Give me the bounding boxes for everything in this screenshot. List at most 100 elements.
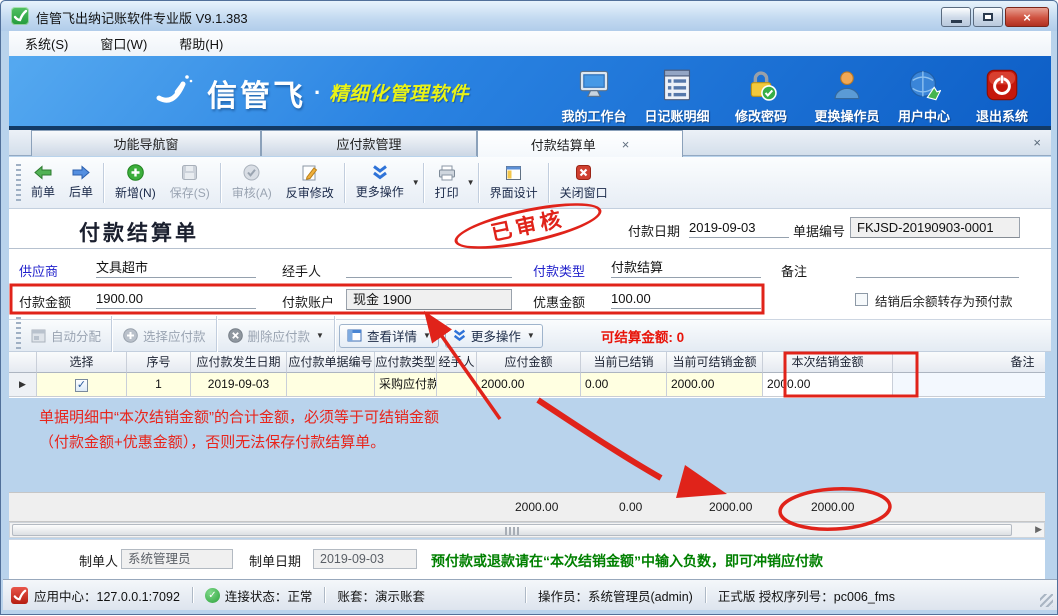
menu-help[interactable]: 帮助(H): [163, 31, 239, 56]
handler-field[interactable]: [346, 258, 512, 278]
row-this-settle-cell[interactable]: 2000.00: [763, 373, 893, 397]
window-title: 信管飞出纳记账软件专业版 V9.1.383: [36, 8, 248, 27]
app-logo-icon: [11, 7, 29, 25]
row-seq-cell: 1: [127, 373, 191, 397]
tabstrip-close-icon[interactable]: ×: [1033, 135, 1041, 150]
annotation-line1: 单据明细中“本次结销金额”的合计金额，必须等于可结销金额: [39, 405, 439, 430]
scroll-right-icon[interactable]: ▶: [1035, 524, 1042, 535]
footer-form: 制单人 系统管理员 制单日期 2019-09-03 预付款或退款请在“本次结销金…: [9, 539, 1045, 579]
create-date-label: 制单日期: [249, 551, 301, 570]
print-button[interactable]: 打印: [428, 160, 466, 206]
settleable-amount-text: 可结算金额: 0: [601, 326, 684, 346]
table-row[interactable]: ▶ ✓ 1 2019-09-03 采购应付款 2000.00 0.00 2000…: [9, 373, 1045, 397]
audit-check-icon: [243, 164, 260, 181]
detail-more-ops-button[interactable]: 更多操作 ▼: [445, 324, 543, 348]
horizontal-scrollbar[interactable]: ▶: [9, 522, 1045, 538]
status-app-center: 应用中心：127.0.0.1:7092: [34, 586, 180, 605]
quick-action-user-center[interactable]: 用户中心: [896, 68, 952, 125]
dropdown-caret-icon[interactable]: ▼: [316, 331, 324, 340]
col-seq[interactable]: 序号: [127, 352, 191, 373]
col-amount[interactable]: 应付金额: [477, 352, 581, 373]
grid-header-row: 选择 序号 应付款发生日期 应付款单据编号 应付款类型 经手人 应付金额 当前已…: [9, 352, 1045, 373]
row-checkbox[interactable]: ✓: [75, 379, 88, 392]
dropdown-caret-icon[interactable]: ▼: [527, 331, 535, 340]
dropdown-caret-icon[interactable]: ▼: [423, 331, 431, 340]
col-date[interactable]: 应付款发生日期: [191, 352, 287, 373]
connection-ok-icon: ✓: [205, 588, 220, 603]
maximize-button[interactable]: [973, 7, 1003, 27]
separator: [220, 163, 222, 203]
tab-function-nav[interactable]: 功能导航窗: [31, 130, 261, 156]
dropdown-caret-icon[interactable]: ▼: [412, 178, 420, 187]
status-license: 正式版 授权序列号：pc006_fms: [718, 586, 895, 605]
col-settleable[interactable]: 当前可结销金额: [667, 352, 763, 373]
status-operator: 操作员：系统管理员(admin): [538, 586, 693, 605]
supplier-label[interactable]: 供应商: [19, 261, 58, 280]
tab-payment-settlement[interactable]: 付款结算单 ×: [477, 130, 683, 157]
pay-type-field[interactable]: 付款结算: [611, 258, 761, 278]
supplier-field[interactable]: 文具超市: [96, 258, 256, 278]
ui-design-button[interactable]: 界面设计: [483, 160, 545, 206]
creator-field: 系统管理员: [121, 549, 233, 569]
select-payable-button[interactable]: 选择应付款: [116, 324, 213, 348]
close-window-button[interactable]: 关闭窗口: [553, 160, 615, 206]
transfer-checkbox-label: 结销后余额转存为预付款: [875, 291, 1013, 310]
more-actions-button[interactable]: 更多操作: [349, 160, 411, 206]
col-doc-no[interactable]: 应付款单据编号: [287, 352, 375, 373]
quick-action-operator[interactable]: 更换操作员: [812, 68, 882, 125]
pay-amount-label: 付款金额: [19, 292, 71, 311]
add-button[interactable]: 新增(N): [108, 160, 163, 206]
col-remark[interactable]: 备注: [893, 352, 1045, 373]
menu-system[interactable]: 系统(S): [9, 31, 84, 56]
minimize-button[interactable]: [941, 7, 971, 27]
menu-window[interactable]: 窗口(W): [84, 31, 163, 56]
view-detail-button[interactable]: 查看详情 ▼: [339, 324, 439, 348]
auto-assign-button[interactable]: 自动分配: [24, 324, 108, 348]
menu-bar: 系统(S) 窗口(W) 帮助(H): [9, 31, 1051, 56]
delete-payable-button[interactable]: 删除应付款 ▼: [221, 324, 331, 348]
save-button[interactable]: 保存(S): [163, 160, 217, 206]
quick-action-workbench[interactable]: 我的工作台: [559, 68, 629, 125]
discount-label: 优惠金额: [533, 292, 585, 311]
close-button[interactable]: ×: [1005, 7, 1049, 27]
row-handler-cell: [437, 373, 477, 397]
remark-field[interactable]: [856, 258, 1019, 278]
separator: [334, 316, 336, 356]
col-this-settle[interactable]: 本次结销金额: [763, 352, 893, 373]
status-connection: 连接状态：正常: [225, 586, 313, 605]
pay-type-label[interactable]: 付款类型: [533, 261, 585, 280]
col-settled[interactable]: 当前已结销: [581, 352, 667, 373]
audit-button[interactable]: 审核(A): [225, 160, 279, 206]
next-doc-button[interactable]: 后单: [62, 160, 100, 206]
tab-close-icon[interactable]: ×: [622, 137, 630, 152]
dropdown-caret-icon[interactable]: ▼: [467, 178, 475, 187]
scrollbar-grip-icon: [505, 527, 519, 535]
discount-field[interactable]: 100.00: [611, 289, 761, 309]
unaudit-button[interactable]: 反审修改: [279, 160, 341, 206]
status-account-set: 账套：演示账套: [337, 586, 425, 605]
power-icon: [974, 68, 1030, 104]
create-date-field: 2019-09-03: [313, 549, 417, 569]
remark-label: 备注: [781, 261, 807, 280]
add-circle-icon: [123, 328, 138, 343]
pay-date-field[interactable]: 2019-09-03: [689, 218, 789, 238]
handler-label: 经手人: [282, 261, 321, 280]
pay-date-label: 付款日期: [628, 221, 680, 240]
scrollbar-thumb[interactable]: [12, 524, 1012, 536]
transfer-checkbox[interactable]: [855, 293, 868, 306]
col-type[interactable]: 应付款类型: [375, 352, 437, 373]
resize-grip[interactable]: [1040, 594, 1053, 607]
pay-account-field[interactable]: 现金 1900: [346, 289, 512, 310]
col-handler[interactable]: 经手人: [437, 352, 477, 373]
journal-icon: [642, 68, 712, 104]
status-bar: 应用中心：127.0.0.1:7092 ✓ 连接状态：正常 账套：演示账套 操作…: [3, 579, 1057, 610]
quick-action-exit[interactable]: 退出系统: [974, 68, 1030, 125]
quick-action-journal[interactable]: 日记账明细: [642, 68, 712, 125]
pay-amount-field[interactable]: 1900.00: [96, 289, 256, 309]
col-select[interactable]: 选择: [37, 352, 127, 373]
doc-no-field: FKJSD-20190903-0001: [850, 217, 1020, 238]
annotation-arrow-down-shaft: [538, 400, 661, 478]
tab-payable-mgmt[interactable]: 应付款管理: [261, 130, 477, 156]
quick-action-password[interactable]: 修改密码: [733, 68, 789, 125]
prev-doc-button[interactable]: 前单: [24, 160, 62, 206]
